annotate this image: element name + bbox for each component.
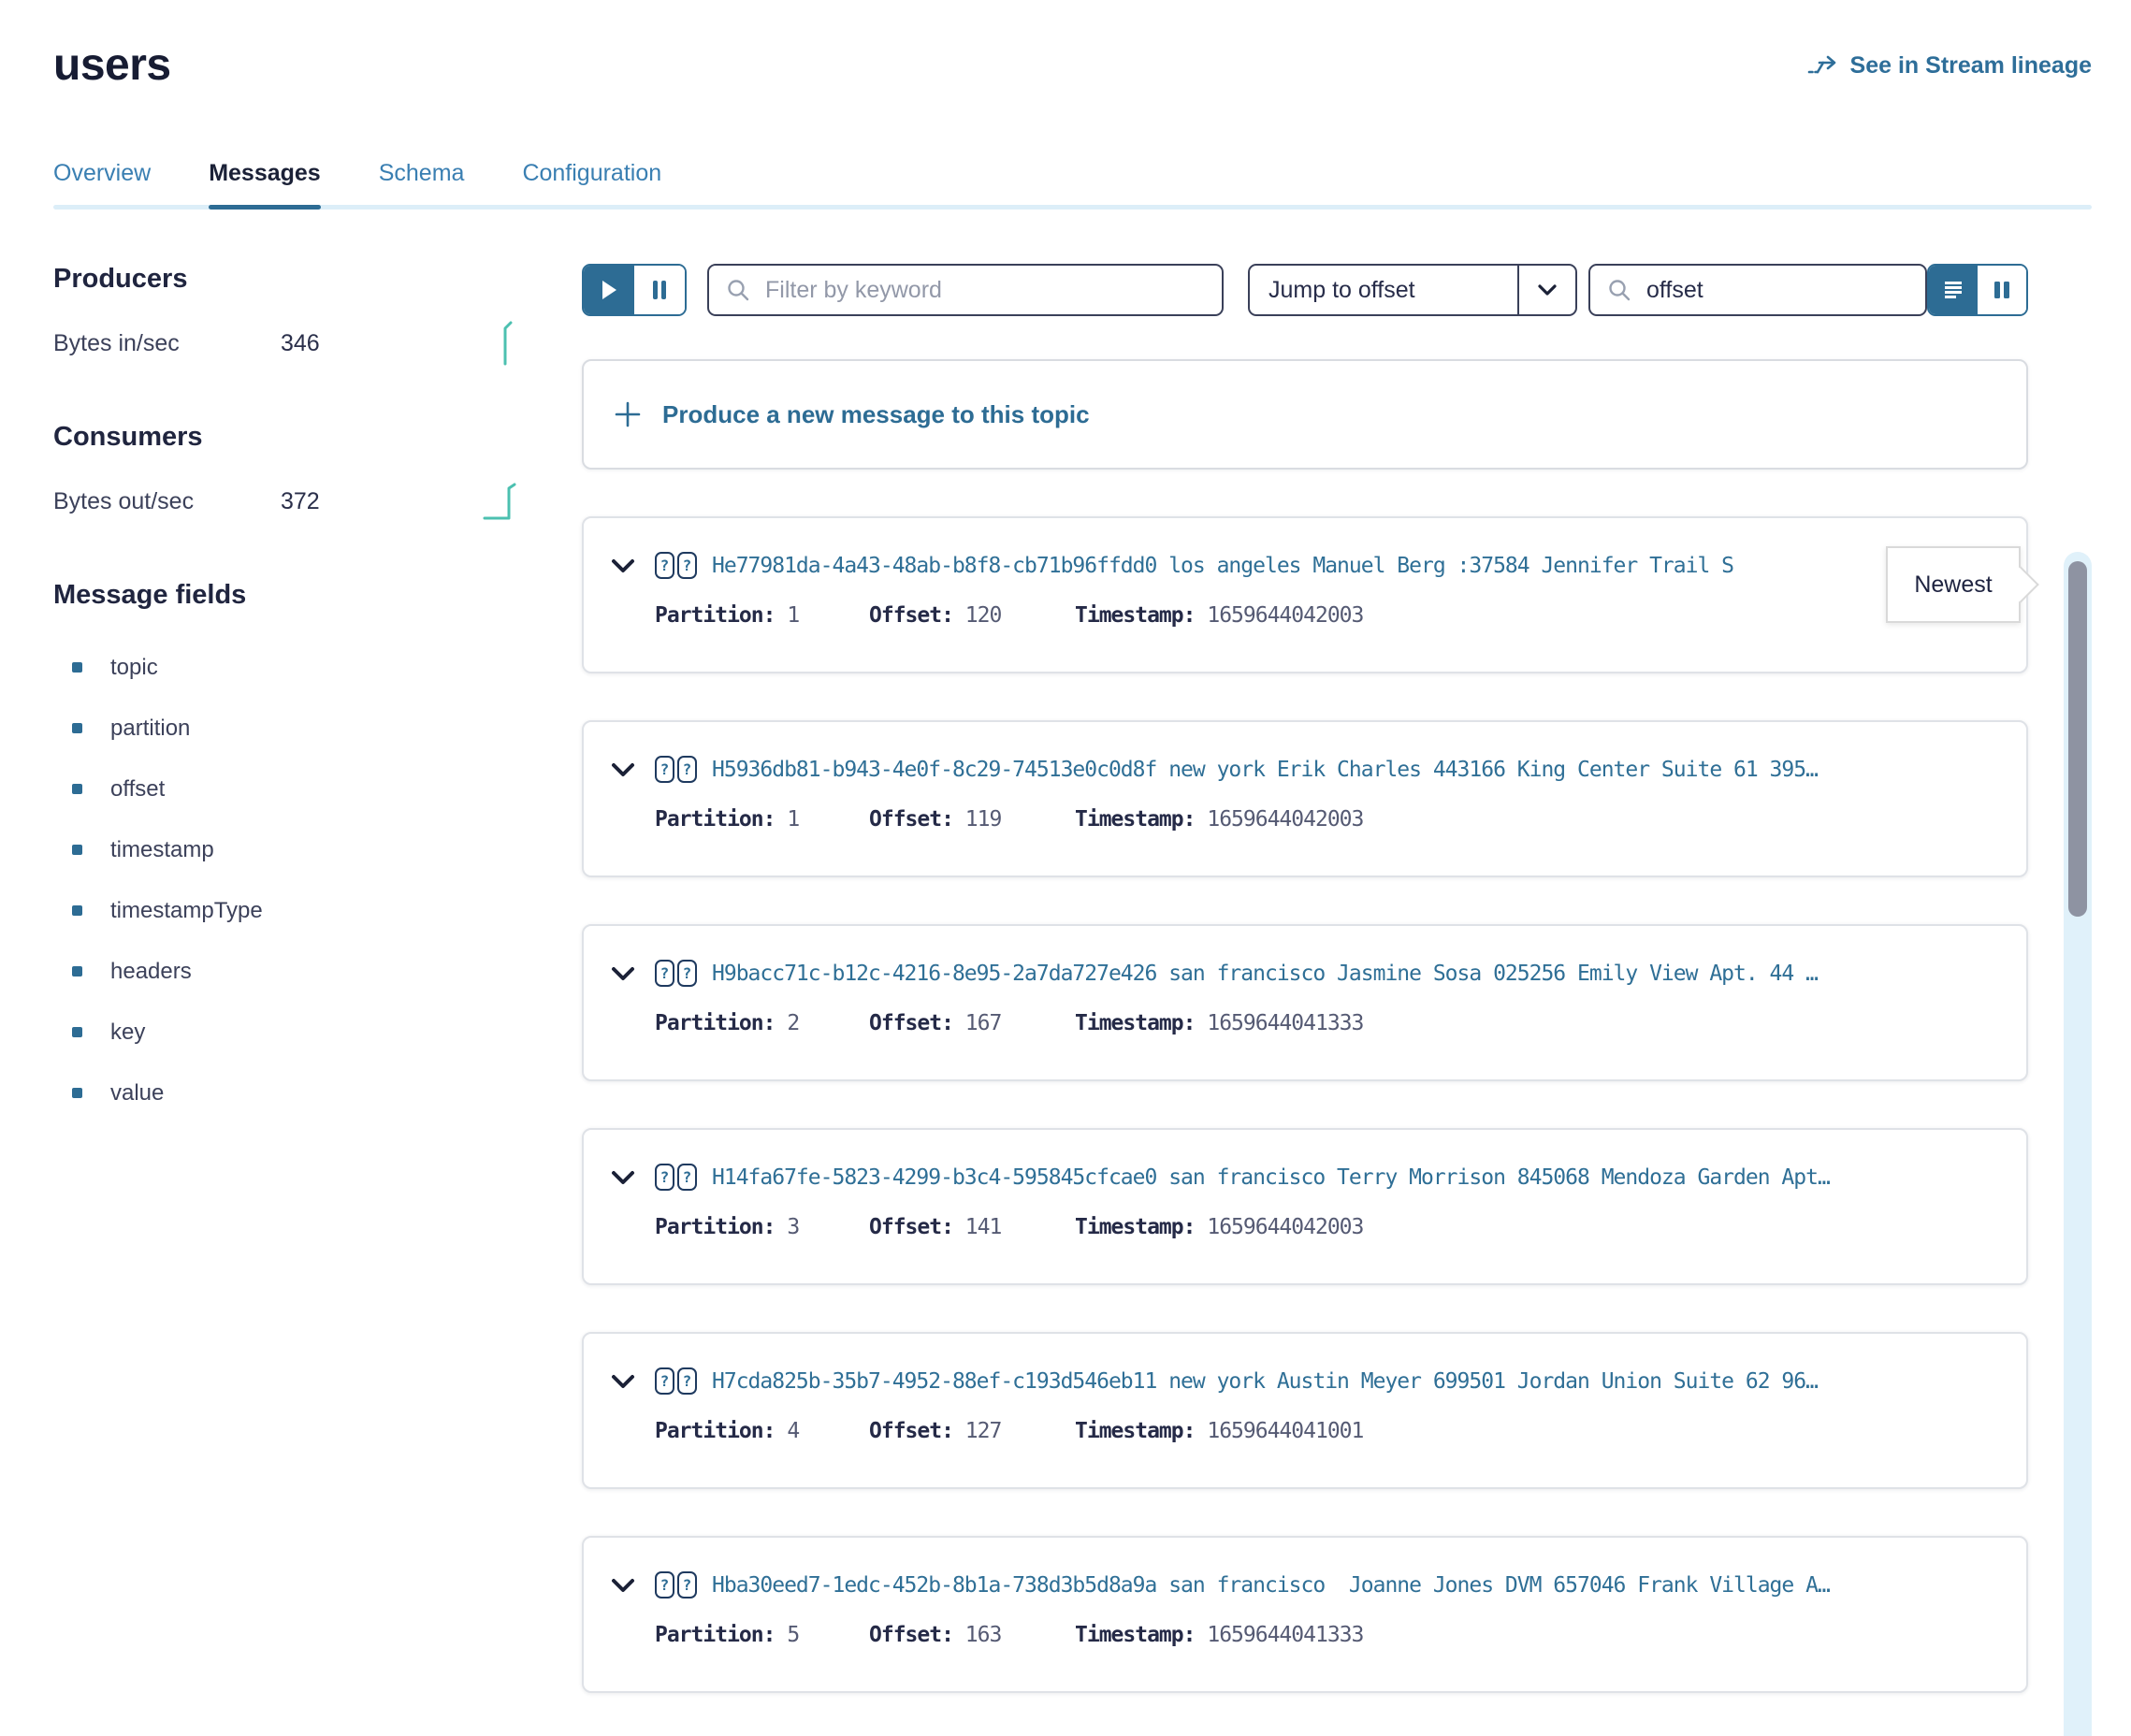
message-meta: Partition: 1Offset: 120Timestamp: 165964…	[610, 603, 2002, 628]
message-row[interactable]: ?? H9bacc71c-b12c-4216-8e95-2a7da727e426…	[582, 924, 2028, 1081]
content: Producers Bytes in/sec 346 Consumers Byt…	[53, 264, 2131, 1693]
pause-button[interactable]	[634, 266, 685, 314]
produce-button-label: Produce a new message to this topic	[662, 400, 1090, 429]
field-item-offset: offset	[53, 759, 526, 819]
pause-icon	[651, 279, 668, 301]
newest-tooltip: Newest	[1886, 546, 2021, 623]
message-row[interactable]: ?? Hba30eed7-1edc-452b-8b1a-738d3b5d8a9a…	[582, 1536, 2028, 1693]
play-icon	[600, 279, 618, 301]
bytes-out-metric: Bytes out/sec 372	[53, 479, 526, 524]
column-view-button[interactable]	[1978, 266, 2026, 314]
filter-input-box	[707, 264, 1224, 316]
offset-search-box	[1588, 264, 1927, 316]
bullet-icon	[72, 966, 82, 976]
field-item-topic: topic	[53, 637, 526, 698]
message-preview: Hba30eed7-1edc-452b-8b1a-738d3b5d8a9a sa…	[712, 1573, 2002, 1598]
chevron-down-icon[interactable]	[610, 1577, 655, 1594]
bullet-icon	[72, 905, 82, 916]
producers-sparkline	[488, 321, 520, 366]
tab-schema[interactable]: Schema	[379, 160, 465, 210]
bytes-in-value: 346	[281, 330, 320, 357]
bullet-icon	[72, 845, 82, 855]
field-item-timestamp: timestamp	[53, 819, 526, 880]
filter-input[interactable]	[763, 276, 1205, 305]
unknown-byte-icon: ??	[655, 1164, 697, 1191]
bullet-icon	[72, 723, 82, 733]
message-preview: H9bacc71c-b12c-4216-8e95-2a7da727e426 sa…	[712, 962, 2002, 986]
page-title: users	[53, 39, 171, 91]
plus-icon	[614, 400, 642, 428]
messages-toolbar: Jump to offset	[582, 264, 2028, 316]
bullet-icon	[72, 784, 82, 794]
bullet-icon	[72, 1027, 82, 1037]
tab-overview[interactable]: Overview	[53, 160, 151, 210]
tab-bar: Overview Messages Schema Configuration	[53, 160, 2092, 210]
field-item-key: key	[53, 1002, 526, 1063]
unknown-byte-icon: ??	[655, 1367, 697, 1395]
message-preview: H7cda825b-35b7-4952-88ef-c193d546eb11 ne…	[712, 1369, 2002, 1394]
search-icon	[1607, 278, 1631, 302]
consumers-heading: Consumers	[53, 422, 526, 453]
message-row[interactable]: ?? H5936db81-b943-4e0f-8c29-74513e0c0d8f…	[582, 720, 2028, 877]
scrollbar-track[interactable]	[2064, 552, 2092, 1736]
jump-to-offset-value: Jump to offset	[1250, 277, 1517, 304]
message-fields-heading: Message fields	[53, 580, 526, 611]
produce-message-button[interactable]: Produce a new message to this topic	[582, 359, 2028, 470]
tooltip-label: Newest	[1914, 571, 1992, 599]
field-item-value: value	[53, 1063, 526, 1123]
bullet-icon	[72, 662, 82, 673]
topic-page: users See in Stream lineage Overview Mes…	[0, 0, 2131, 1736]
sidebar: Producers Bytes in/sec 346 Consumers Byt…	[53, 264, 582, 1693]
message-meta: Partition: 1Offset: 119Timestamp: 165964…	[610, 807, 2002, 832]
unknown-byte-icon: ??	[655, 1571, 697, 1599]
message-meta: Partition: 3Offset: 141Timestamp: 165964…	[610, 1215, 2002, 1239]
search-icon	[726, 278, 750, 302]
unknown-byte-icon: ??	[655, 552, 697, 579]
chevron-down-icon[interactable]	[610, 965, 655, 982]
lineage-arrow-icon	[1807, 54, 1839, 79]
page-header: users See in Stream lineage	[0, 0, 2131, 91]
column-view-icon	[1993, 280, 2011, 300]
messages-panel: Jump to offset	[582, 264, 2131, 1693]
message-row[interactable]: ?? He77981da-4a43-48ab-b8f8-cb71b96ffdd0…	[582, 516, 2028, 673]
chevron-down-icon[interactable]	[610, 1373, 655, 1390]
message-meta: Partition: 2Offset: 167Timestamp: 165964…	[610, 1011, 2002, 1035]
message-preview: H14fa67fe-5823-4299-b3c4-595845cfcae0 sa…	[712, 1165, 2002, 1190]
list-view-button[interactable]	[1929, 266, 1978, 314]
tab-messages[interactable]: Messages	[209, 160, 321, 210]
stream-lineage-link[interactable]: See in Stream lineage	[1807, 52, 2092, 80]
chevron-down-icon[interactable]	[610, 761, 655, 778]
bytes-out-label: Bytes out/sec	[53, 488, 281, 515]
unknown-byte-icon: ??	[655, 960, 697, 987]
lineage-link-label: See in Stream lineage	[1850, 52, 2092, 80]
list-view-icon	[1943, 280, 1964, 300]
consumers-sparkline	[483, 479, 520, 524]
play-button[interactable]	[584, 266, 634, 314]
bytes-in-label: Bytes in/sec	[53, 330, 281, 357]
tab-configuration[interactable]: Configuration	[522, 160, 661, 210]
message-preview: He77981da-4a43-48ab-b8f8-cb71b96ffdd0 lo…	[712, 554, 2002, 578]
message-preview: H5936db81-b943-4e0f-8c29-74513e0c0d8f ne…	[712, 758, 2002, 782]
chevron-down-icon[interactable]	[1517, 266, 1575, 314]
producers-heading: Producers	[53, 264, 526, 295]
message-meta: Partition: 5Offset: 163Timestamp: 165964…	[610, 1623, 2002, 1647]
offset-input[interactable]	[1645, 276, 1908, 305]
field-item-timestampType: timestampType	[53, 880, 526, 941]
view-toggle	[1927, 264, 2028, 316]
field-item-headers: headers	[53, 941, 526, 1002]
bytes-out-value: 372	[281, 488, 320, 515]
chevron-down-icon[interactable]	[610, 557, 655, 574]
jump-to-offset-select[interactable]: Jump to offset	[1248, 264, 1577, 316]
unknown-byte-icon: ??	[655, 756, 697, 783]
message-row[interactable]: ?? H7cda825b-35b7-4952-88ef-c193d546eb11…	[582, 1332, 2028, 1489]
bullet-icon	[72, 1088, 82, 1098]
scrollbar-thumb[interactable]	[2068, 561, 2087, 917]
play-pause-control	[582, 264, 687, 316]
message-meta: Partition: 4Offset: 127Timestamp: 165964…	[610, 1419, 2002, 1443]
message-row[interactable]: ?? H14fa67fe-5823-4299-b3c4-595845cfcae0…	[582, 1128, 2028, 1285]
chevron-down-icon[interactable]	[610, 1169, 655, 1186]
bytes-in-metric: Bytes in/sec 346	[53, 321, 526, 366]
field-item-partition: partition	[53, 698, 526, 759]
